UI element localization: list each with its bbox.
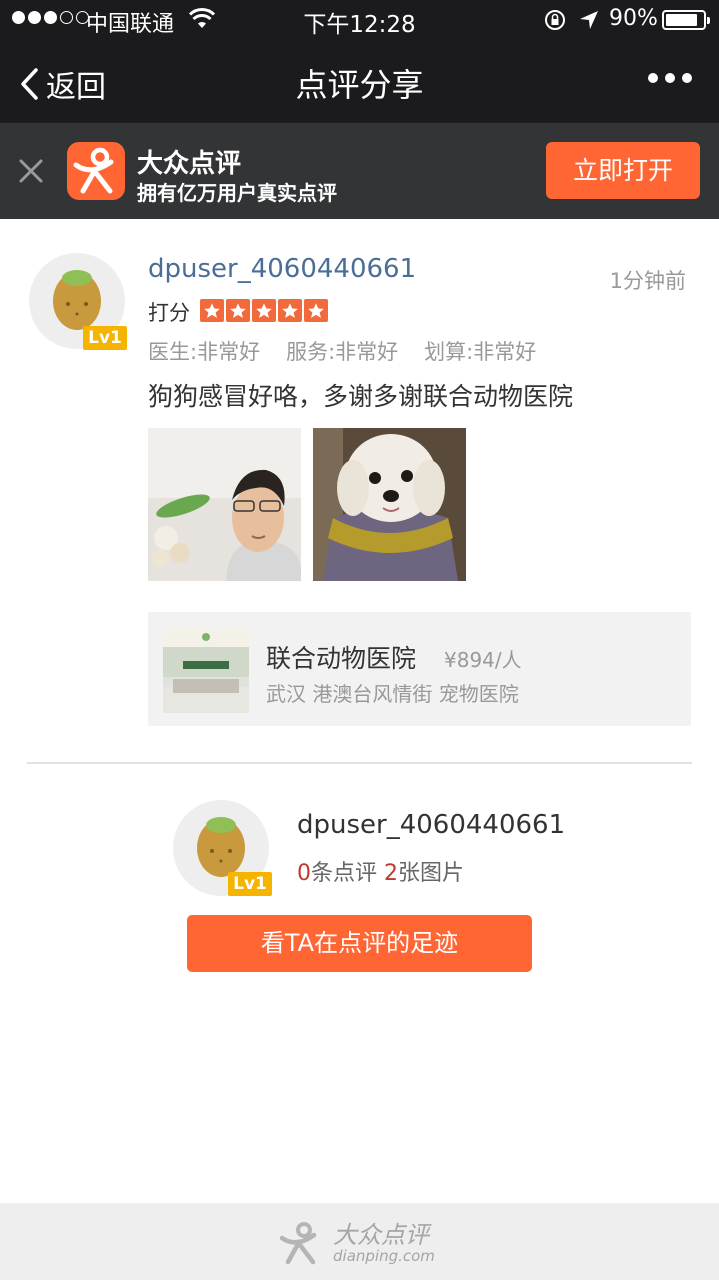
photo-count-label: 张图片 [398,861,465,886]
chevron-left-icon [21,68,38,100]
shop-card[interactable]: 联合动物医院 ¥894/人 武汉 港澳台风情街 宠物医院 [148,612,691,726]
more-dots-icon [648,73,658,83]
profile-stats: 0条点评 2张图片 [297,855,464,887]
sub-score-value: 划算:非常好 [424,340,537,364]
battery-percent: 90% [609,6,658,31]
back-label: 返回 [46,70,106,105]
sub-score-doctor: 医生:非常好 [148,340,261,364]
battery-icon [662,10,710,30]
review-photo-selfie[interactable] [148,428,301,581]
rotation-lock-icon [545,10,565,30]
star-icon [278,299,302,322]
back-button[interactable]: 返回 [18,62,106,106]
review-count: 0 [297,861,311,886]
location-arrow-icon [580,11,598,29]
status-bar: 中国联通 下午12:28 90% [0,0,719,40]
close-icon[interactable] [16,153,46,189]
footer: 大众点评 dianping.com [0,1203,719,1280]
level-badge: Lv1 [83,326,127,350]
kiwi-avatar-icon [53,270,101,330]
section-divider [27,762,692,764]
photo-count: 2 [384,861,398,886]
sub-scores: 医生:非常好 服务:非常好 划算:非常好 [148,336,536,366]
star-icon [226,299,250,322]
star-icon [304,299,328,322]
star-icon [200,299,224,322]
app-tagline: 拥有亿万用户真实点评 [137,181,337,205]
review-time: 1分钟前 [609,269,686,293]
star-rating [200,299,328,322]
footer-url: dianping.com [333,1247,435,1265]
profile-username: dpuser_4060440661 [297,810,566,840]
review-count-label: 条点评 [311,861,384,886]
star-icon [252,299,276,322]
shop-price: ¥894/人 [444,648,522,672]
app-name: 大众点评 [137,149,242,179]
review-text: 狗狗感冒好咯，多谢多谢联合动物医院 [148,382,574,411]
app-download-banner: 大众点评 拥有亿万用户真实点评 立即打开 [0,123,719,219]
footer-brand: 大众点评 [333,1221,429,1249]
open-app-button[interactable]: 立即打开 [546,142,700,199]
navigation-bar: 返回 点评分享 [0,40,719,123]
sub-score-service: 服务:非常好 [286,340,399,364]
dianping-footer-logo-icon [279,1222,317,1265]
reviewer-username[interactable]: dpuser_4060440661 [148,254,416,284]
profile-level-badge: Lv1 [228,872,272,896]
shop-thumbnail [163,627,249,713]
shop-location-category: 武汉 港澳台风情街 宠物医院 [266,682,519,706]
top-bar: 中国联通 下午12:28 90% 返回 点评分享 [0,0,719,123]
dianping-app-logo-icon [67,142,125,200]
review-photo-dog[interactable] [313,428,466,581]
page-title: 点评分享 [295,66,424,104]
kiwi-avatar-icon [197,817,245,877]
view-footprint-button[interactable]: 看TA在点评的足迹 [187,915,532,972]
more-options-button[interactable] [648,73,692,83]
score-label: 打分 [148,301,190,325]
shop-name: 联合动物医院 [266,644,417,673]
